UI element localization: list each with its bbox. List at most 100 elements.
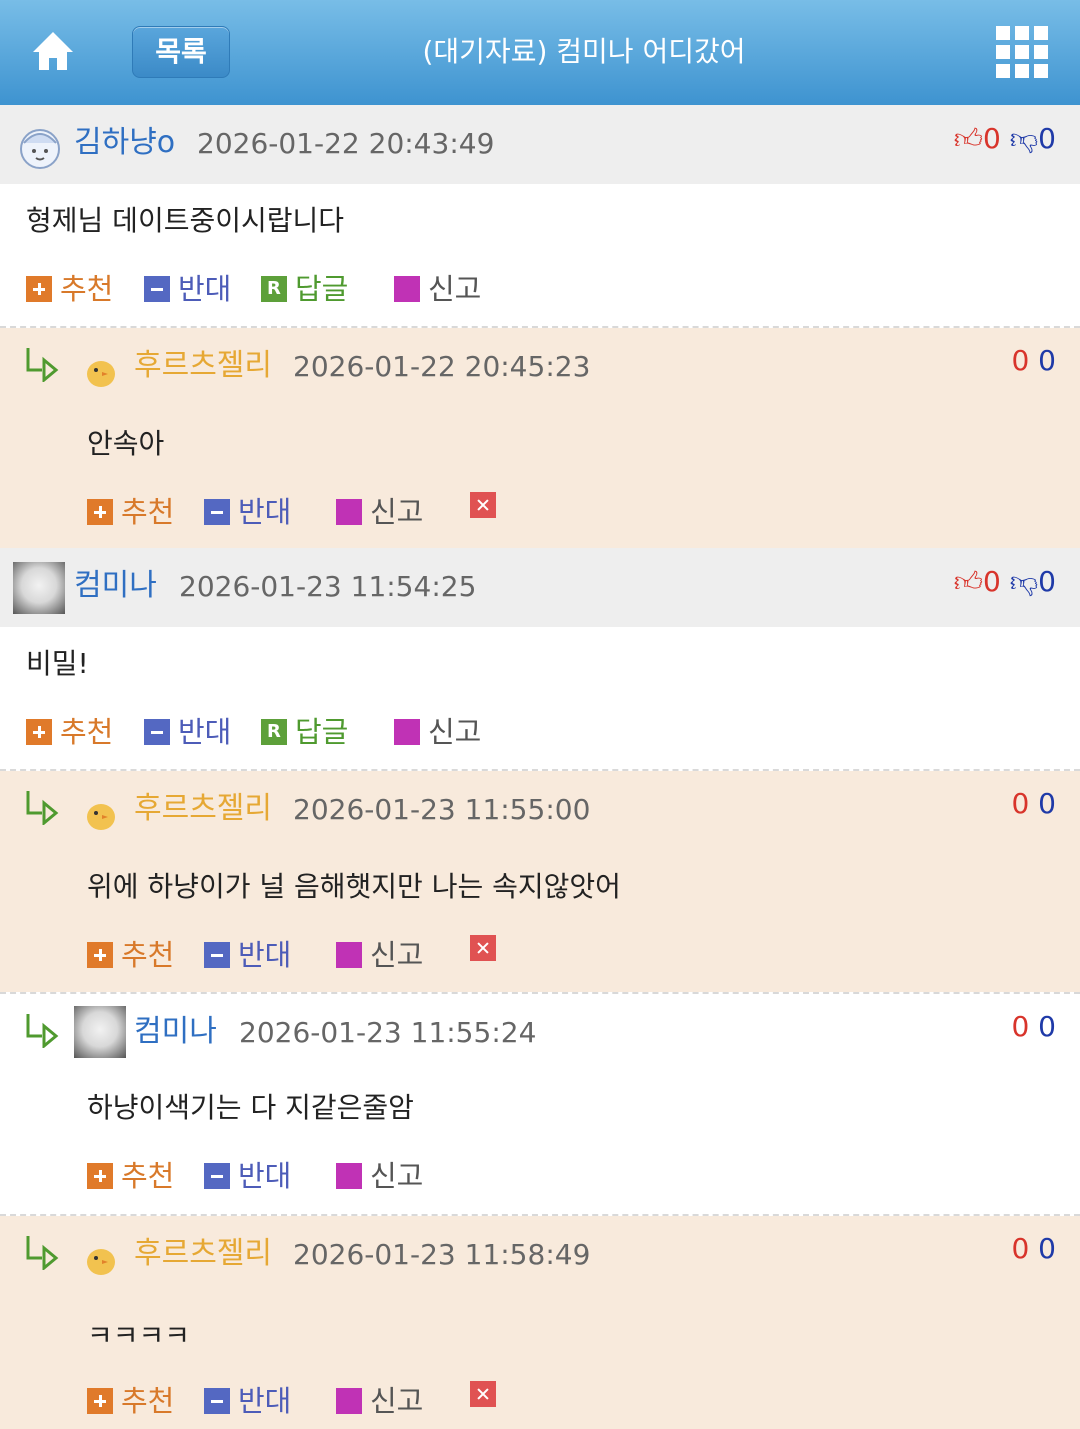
top-bar: 목록 (대기자료) 컴미나 어디갔어 [0,0,1080,105]
siren-icon [336,499,362,525]
reply-comment: 컴미나 2026-01-23 11:55:24 0 0 하냥이색기는 다 지같은… [0,994,1080,1214]
down-count: 0 [1038,787,1056,820]
report-button[interactable]: 신고 [336,1156,423,1196]
avatar [20,129,60,169]
report-button[interactable]: 신고 [336,492,423,532]
comment-text: 안속아 [87,427,165,460]
thumbs-down-icon: 👎︎ [1009,565,1039,598]
vote-counts: 0 0 [1011,784,1056,824]
vote-counts: 👍︎0 👎︎0 [954,562,1056,602]
comment-header: 컴미나 2026-01-23 11:54:25 👍︎0 👎︎0 [0,548,1080,627]
minus-icon [204,499,230,525]
down-count: 0 [1038,1232,1056,1265]
list-button[interactable]: 목록 [132,26,230,78]
comment-date: 2026-01-22 20:45:23 [293,350,591,383]
reply-r-icon: R [261,276,287,302]
plus-icon [87,1388,113,1414]
oppose-button[interactable]: 반대 [204,1381,291,1421]
comment-text: 형제님 데이트중이시랍니다 [26,204,345,237]
comment-text: 비밀! [26,647,89,680]
minus-icon [144,719,170,745]
down-count: 0 [1038,344,1056,377]
vote-counts: 👍︎0 👎︎0 [954,119,1056,159]
oppose-button[interactable]: 반대 [204,1156,291,1196]
siren-icon [394,276,420,302]
up-count: 0 [983,565,1001,598]
plus-icon [87,942,113,968]
comment-date: 2026-01-23 11:54:25 [179,570,477,603]
down-count: 0 [1038,565,1056,598]
comment-nickname[interactable]: 후르츠젤리 [134,1234,272,1274]
comment-date: 2026-01-23 11:58:49 [293,1238,591,1271]
comment-nickname[interactable]: 후르츠젤리 [134,789,272,829]
comment-date: 2026-01-22 20:43:49 [197,127,495,160]
oppose-button[interactable]: 반대 [204,935,291,975]
down-count: 0 [1038,1010,1056,1043]
comment-header: 김하냥o 2026-01-22 20:43:49 👍︎0 👎︎0 [0,105,1080,184]
oppose-button[interactable]: 반대 [144,712,231,752]
reply-comment: 후르츠젤리 2026-01-23 11:58:49 0 0 ㅋㅋㅋㅋ 추천 반대… [0,1216,1080,1429]
comment-text: 위에 하냥이가 널 음해햇지만 나는 속지않앗어 [87,870,621,903]
comment-nickname[interactable]: 후르츠젤리 [134,346,272,386]
chick-avatar [87,804,115,830]
siren-icon [336,1388,362,1414]
recommend-button[interactable]: 추천 [87,1381,174,1421]
report-button[interactable]: 신고 [336,1381,423,1421]
delete-button[interactable] [470,492,504,518]
reply-arrow-icon [26,1236,59,1270]
recommend-button[interactable]: 추천 [26,712,113,752]
delete-button[interactable] [470,1381,504,1407]
up-count: 0 [1011,1232,1030,1265]
up-count: 0 [1011,1010,1030,1043]
siren-icon [336,942,362,968]
recommend-button[interactable]: 추천 [26,269,113,309]
close-icon [470,492,496,518]
avatar [74,1006,126,1058]
thumbs-up-icon: 👍︎ [953,122,984,155]
reply-button[interactable]: R 답글 [261,269,348,309]
comment-date: 2026-01-23 11:55:24 [239,1016,537,1049]
recommend-button[interactable]: 추천 [87,935,174,975]
plus-icon [87,499,113,525]
minus-icon [204,1163,230,1189]
reply-arrow-icon [26,1014,59,1048]
report-button[interactable]: 신고 [336,935,423,975]
home-icon[interactable] [30,28,76,74]
oppose-button[interactable]: 반대 [204,492,291,532]
oppose-button[interactable]: 반대 [144,269,231,309]
comment-text: 하냥이색기는 다 지같은줄암 [87,1091,414,1124]
close-icon [470,935,496,961]
reply-r-icon: R [261,719,287,745]
vote-counts: 0 0 [1011,341,1056,381]
comment-nickname[interactable]: 컴미나 [134,1012,217,1052]
delete-button[interactable] [470,935,504,961]
minus-icon [144,276,170,302]
reply-comment: 후르츠젤리 2026-01-22 20:45:23 0 0 안속아 추천 반대 … [0,328,1080,548]
plus-icon [87,1163,113,1189]
minus-icon [204,942,230,968]
close-icon [470,1381,496,1407]
reply-arrow-icon [26,348,59,382]
plus-icon [26,276,52,302]
report-button[interactable]: 신고 [394,712,481,752]
page-title: (대기자료) 컴미나 어디갔어 [422,35,746,68]
report-button[interactable]: 신고 [394,269,481,309]
thumbs-down-icon: 👎︎ [1009,122,1039,155]
thumbs-up-icon: 👍︎ [953,565,984,598]
vote-counts: 0 0 [1011,1007,1056,1047]
recommend-button[interactable]: 추천 [87,492,174,532]
reply-arrow-icon [26,791,59,825]
siren-icon [394,719,420,745]
chick-avatar [87,361,115,387]
recommend-button[interactable]: 추천 [87,1156,174,1196]
avatar [13,562,65,614]
comment-nickname[interactable]: 김하냥o [74,123,175,163]
up-count: 0 [1011,344,1030,377]
comment-nickname[interactable]: 컴미나 [74,566,157,606]
grid-menu-icon[interactable] [996,26,1048,78]
chick-avatar [87,1249,115,1275]
up-count: 0 [1011,787,1030,820]
up-count: 0 [983,122,1001,155]
vote-counts: 0 0 [1011,1229,1056,1269]
reply-button[interactable]: R 답글 [261,712,348,752]
